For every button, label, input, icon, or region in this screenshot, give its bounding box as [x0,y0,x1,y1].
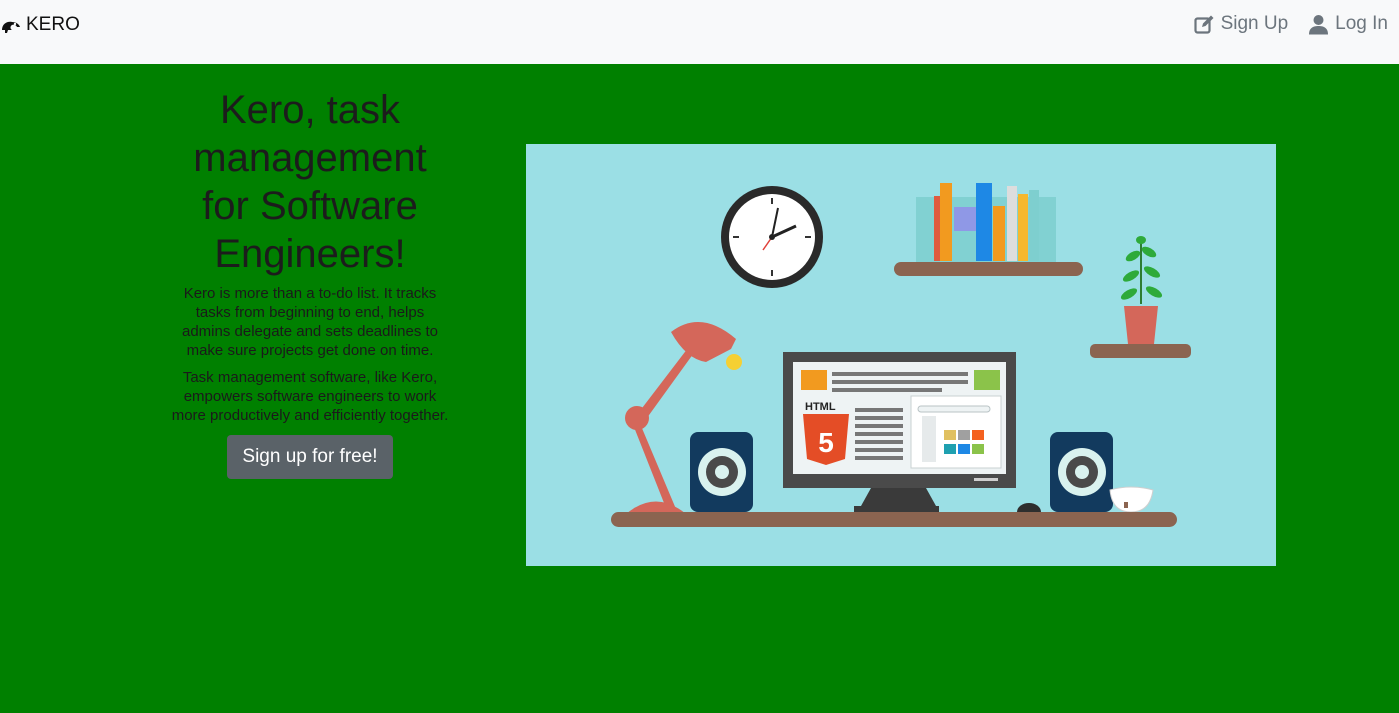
plant-icon [1090,236,1191,358]
hero-illustration: HTML 5 [526,144,1276,566]
brand-label: KERO [26,14,80,35]
log-in-link[interactable]: Log In [1308,13,1388,35]
cup-icon [1109,486,1154,513]
sign-up-free-button[interactable]: Sign up for free! [227,435,393,479]
hero-text: Kero, task management for Software Engin… [170,86,450,479]
hero-paragraph-1: Kero is more than a to-do list. It track… [181,285,438,359]
user-icon [1308,14,1329,35]
sign-up-link[interactable]: Sign Up [1193,13,1289,35]
speaker-left-icon [690,432,753,512]
edit-icon [1193,14,1215,35]
speaker-right-icon [1050,432,1113,512]
log-in-label: Log In [1335,13,1388,34]
sign-up-label: Sign Up [1220,13,1289,34]
hero-paragraph-2: Task management software, like Kero, emp… [171,369,449,424]
hero-title: Kero, task management for Software Engin… [193,88,427,276]
bookshelf-icon [894,183,1083,276]
monitor-icon: HTML 5 [783,352,1016,512]
navbar: KERO Sign Up Log In [0,0,1399,64]
clock-icon [721,186,823,288]
html-badge-text: HTML [805,401,836,413]
brand-link[interactable]: KERO [0,13,80,37]
html-badge-number: 5 [818,427,834,458]
nav-links: Sign Up Log In [1193,13,1388,35]
desk-icon [611,512,1177,527]
chameleon-icon [0,16,22,34]
